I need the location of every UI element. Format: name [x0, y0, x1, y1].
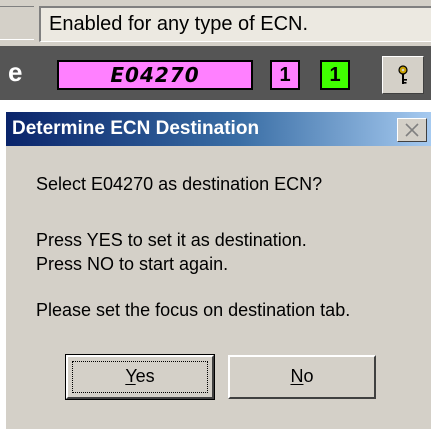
- close-icon: [405, 123, 419, 137]
- dialog-title: Determine ECN Destination: [12, 118, 260, 139]
- key-icon: [398, 65, 408, 84]
- no-button[interactable]: No: [228, 355, 376, 399]
- ecn-type-status-field: Enabled for any type of ECN.: [39, 6, 431, 42]
- no-button-mnemonic: N: [290, 366, 304, 386]
- focus-hint: Please set the focus on destination tab.: [36, 300, 351, 320]
- no-instruction: Press NO to start again.: [36, 254, 229, 274]
- screenshot-root: Enabled for any type of ECN. e E04270 1 …: [0, 0, 431, 429]
- yes-button-focus-ring: [72, 361, 208, 393]
- green-count-badge: 1: [320, 60, 350, 90]
- ecn-toolbar-band: e E04270 1 1: [0, 46, 431, 100]
- status-strip-left-panel: [0, 6, 34, 40]
- pink-count-text: 1: [279, 64, 291, 86]
- ecn-type-status-text: Enabled for any type of ECN.: [49, 13, 309, 35]
- ecn-number-text: E04270: [110, 63, 200, 87]
- yes-button[interactable]: Yes: [65, 354, 215, 400]
- band-partial-label: e: [8, 57, 23, 87]
- key-button[interactable]: [382, 56, 424, 94]
- ecn-number-badge[interactable]: E04270: [57, 60, 253, 90]
- destination-question: Select E04270 as destination ECN?: [36, 174, 323, 194]
- green-count-text: 1: [329, 64, 341, 86]
- determine-destination-dialog: Determine ECN Destination Select E04270 …: [6, 112, 431, 429]
- status-strip: Enabled for any type of ECN.: [0, 0, 431, 46]
- yes-instruction: Press YES to set it as destination.: [36, 230, 307, 250]
- no-button-label-rest: o: [303, 366, 314, 386]
- pink-count-badge: 1: [270, 60, 300, 90]
- dialog-titlebar[interactable]: Determine ECN Destination: [6, 112, 431, 146]
- dialog-close-button[interactable]: [397, 118, 427, 142]
